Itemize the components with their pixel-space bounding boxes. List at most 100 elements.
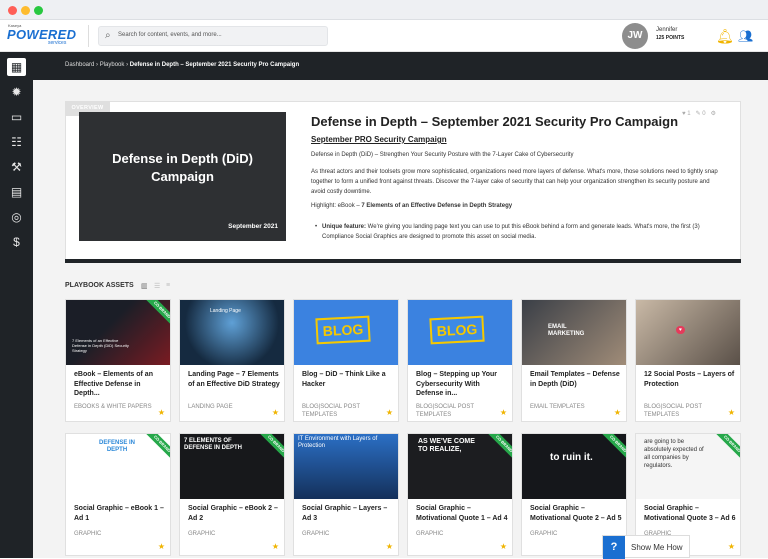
thumb-text: Landing Page	[210, 308, 241, 314]
asset-title[interactable]: Social Graphic – Layers – Ad 3	[302, 504, 394, 523]
asset-card[interactable]: Landing Page Landing Page – 7 Elements o…	[179, 299, 285, 422]
star-icon[interactable]: ★	[272, 408, 279, 417]
overview-bullet: Unique feature: We're giving you landing…	[315, 222, 722, 242]
user-name: Jennifer	[656, 27, 678, 33]
dollar-icon: $	[13, 235, 20, 249]
asset-title[interactable]: eBook – Elements of an Effective Defense…	[74, 370, 166, 399]
maximize-dot[interactable]	[34, 6, 43, 15]
asset-category: GRAPHIC	[74, 531, 102, 537]
close-dot[interactable]	[8, 6, 17, 15]
pin-count: 0	[702, 111, 706, 117]
star-icon[interactable]: ★	[500, 408, 507, 417]
co-brand-ribbon: CO-BRAND	[601, 434, 626, 461]
star-icon[interactable]: ★	[728, 408, 735, 417]
asset-card[interactable]: ♥ 12 Social Posts – Layers of Protection…	[635, 299, 741, 422]
asset-title[interactable]: Blog – DiD – Think Like a Hacker	[302, 370, 394, 389]
thumb-text: AS WE'VE COME TO REALIZE,	[418, 438, 475, 453]
overview-subtitle: September PRO Security Campaign	[311, 135, 447, 144]
star-icon[interactable]: ★	[158, 542, 165, 551]
asset-title[interactable]: Blog – Stepping up Your Cybersecurity Wi…	[416, 370, 508, 399]
asset-thumbnail: BLOG	[294, 300, 398, 365]
view-grid-icon[interactable]: ▥	[141, 282, 148, 290]
asset-card[interactable]: 7 Elements of an Effective Defense in De…	[65, 299, 171, 422]
asset-card[interactable]: IT Environment with Layers of Protection…	[293, 433, 399, 556]
asset-title[interactable]: Email Templates – Defense in Depth (DiD)	[530, 370, 622, 389]
asset-card[interactable]: DEFENSE IN DEPTH CO-BRAND Social Graphic…	[65, 433, 171, 556]
view-list-icon[interactable]: ☰	[154, 282, 160, 290]
star-icon[interactable]: ★	[386, 408, 393, 417]
co-brand-ribbon: CO-BRAND	[715, 434, 740, 461]
like-count: 1	[687, 111, 691, 117]
sidebar-item-calendar[interactable]: ▤	[7, 183, 26, 201]
asset-title[interactable]: Social Graphic – Motivational Quote 3 – …	[644, 504, 736, 523]
asset-card[interactable]: EMAIL MARKETING Email Templates – Defens…	[521, 299, 627, 422]
overview-highlight: Highlight: eBook – 7 Elements of an Effe…	[311, 203, 512, 209]
show-me-how-button[interactable]: ? Show Me How	[602, 535, 690, 559]
star-icon[interactable]: ★	[728, 542, 735, 551]
view-compact-icon[interactable]: ≡	[166, 282, 170, 289]
crumb-dashboard[interactable]: Dashboard	[65, 62, 94, 68]
sidebar-item-community[interactable]: ☷	[7, 133, 26, 151]
thumb-text: to ruin it.	[550, 452, 593, 463]
asset-title[interactable]: Social Graphic – Motivational Quote 2 – …	[530, 504, 622, 523]
asset-category: BLOG|SOCIAL POST TEMPLATES	[644, 404, 702, 418]
crumb-playbook[interactable]: Playbook	[100, 62, 125, 68]
asset-thumbnail: are going to be absolutely expected of a…	[636, 434, 740, 499]
asset-card[interactable]: 7 ELEMENTS OF DEFENSE IN DEPTH CO-BRAND …	[179, 433, 285, 556]
sidebar-item-messages[interactable]: ▭	[7, 108, 26, 126]
star-icon[interactable]: ★	[386, 542, 393, 551]
star-icon[interactable]: ★	[158, 408, 165, 417]
asset-title[interactable]: Social Graphic – eBook 1 – Ad 1	[74, 504, 166, 523]
co-brand-ribbon: CO-BRAND	[259, 434, 284, 461]
thumb-text: 7 ELEMENTS OF DEFENSE IN DEPTH	[184, 438, 243, 451]
sidebar-item-ideas[interactable]: ✹	[7, 83, 26, 101]
asset-card[interactable]: BLOG Blog – Stepping up Your Cybersecuri…	[407, 299, 513, 422]
highlight-title: 7 Elements of an Effective Defense in De…	[361, 203, 513, 209]
lightbulb-icon: ✹	[11, 85, 22, 99]
co-brand-ribbon: CO-BRAND	[145, 434, 170, 461]
page-title: Defense in Depth – September 2021 Securi…	[311, 114, 679, 129]
help-icon: ?	[603, 536, 625, 559]
search-input[interactable]: ⌕ Search for content, events, and more..…	[98, 26, 328, 46]
asset-title[interactable]: Social Graphic – eBook 2 – Ad 2	[188, 504, 280, 523]
sidebar-item-grid[interactable]: ▦	[7, 58, 26, 76]
hero-image[interactable]: Defense in Depth (DiD) Campaign Septembe…	[79, 112, 286, 241]
minimize-dot[interactable]	[21, 6, 30, 15]
asset-card[interactable]: AS WE'VE COME TO REALIZE, CO-BRAND Socia…	[407, 433, 513, 556]
asset-category: LANDING PAGE	[188, 404, 233, 410]
search-icon: ⌕	[105, 30, 111, 41]
asset-category: EBOOKS & WHITE PAPERS	[74, 404, 152, 410]
asset-title[interactable]: Landing Page – 7 Elements of an Effectiv…	[188, 370, 280, 389]
hero-title: Defense in Depth (DiD) Campaign	[112, 151, 253, 184]
users-icon[interactable]: 👥︎	[738, 29, 753, 43]
thumb-text: IT Environment with Layers of Protection	[298, 436, 378, 449]
co-brand-ribbon: CO-BRAND	[487, 434, 512, 461]
asset-card[interactable]: BLOG Blog – DiD – Think Like a Hacker BL…	[293, 299, 399, 422]
star-icon[interactable]: ★	[272, 542, 279, 551]
overview-actions: ♥ 1 ✎ 0 ⚙	[682, 110, 716, 117]
thumb-text: EMAIL MARKETING	[548, 324, 585, 337]
sidebar-item-tools[interactable]: ⚒	[7, 158, 26, 176]
avatar[interactable]: JW	[622, 23, 648, 49]
heart-icon[interactable]: ♥	[682, 111, 686, 117]
bell-icon[interactable]: 🔔︎	[716, 28, 734, 45]
calendar-icon: ▤	[10, 185, 23, 199]
browser-chrome	[0, 0, 768, 20]
search-placeholder: Search for content, events, and more...	[118, 32, 222, 38]
star-icon[interactable]: ★	[614, 408, 621, 417]
pin-icon[interactable]: ✎	[696, 111, 701, 117]
gear-icon[interactable]: ⚙	[711, 111, 716, 117]
asset-thumbnail: BLOG	[408, 300, 512, 365]
asset-title[interactable]: Social Graphic – Motivational Quote 1 – …	[416, 504, 508, 523]
asset-title[interactable]: 12 Social Posts – Layers of Protection	[644, 370, 736, 389]
breadcrumb: Dashboard › Playbook › Defense in Depth …	[65, 62, 299, 68]
asset-thumbnail: EMAIL MARKETING	[522, 300, 626, 365]
sidebar-item-target[interactable]: ◎	[7, 208, 26, 226]
star-icon[interactable]: ★	[500, 542, 507, 551]
blog-badge: BLOG	[429, 315, 485, 345]
highlight-prefix: Highlight: eBook –	[311, 203, 362, 209]
logo-services: services	[48, 40, 67, 46]
asset-category: GRAPHIC	[188, 531, 216, 537]
sidebar-item-billing[interactable]: $	[7, 233, 26, 251]
thumb-text: are going to be absolutely expected of a…	[644, 439, 704, 469]
